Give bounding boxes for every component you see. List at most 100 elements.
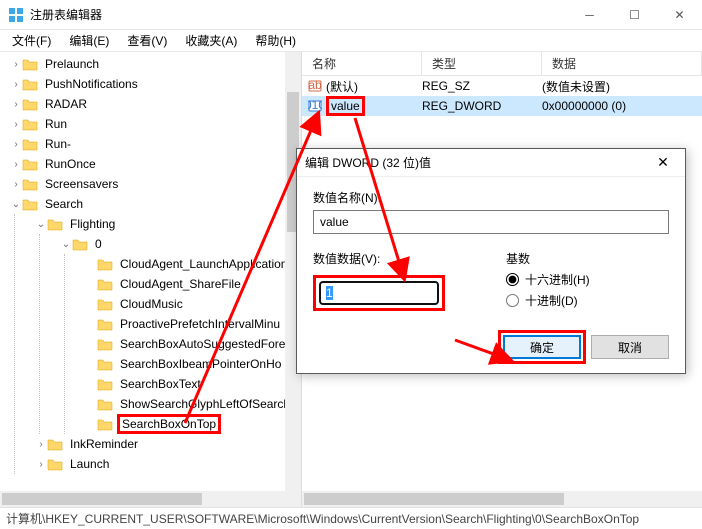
radix-dec-radio[interactable]	[506, 294, 519, 307]
base-label: 基数	[506, 250, 669, 267]
chevron-down-icon[interactable]: ⌄	[10, 199, 22, 210]
tree-label[interactable]: RunOnce	[42, 156, 99, 172]
value-data-input[interactable]	[319, 281, 439, 305]
chevron-right-icon[interactable]: ›	[10, 99, 22, 110]
tree-label[interactable]: CloudAgent_ShareFile	[117, 276, 244, 292]
list-header: 名称 类型 数据	[302, 52, 702, 76]
tree-pane[interactable]: › Prelaunch › PushNotifications › RADAR › Run › R…	[0, 52, 302, 507]
dialog-title: 编辑 DWORD (32 位)值	[305, 154, 649, 171]
tree-node[interactable]: › Run-	[8, 134, 301, 154]
statusbar: 计算机\HKEY_CURRENT_USER\SOFTWARE\Microsoft…	[0, 507, 702, 529]
chevron-down-icon[interactable]: ⌄	[35, 219, 47, 230]
value-type: REG_DWORD	[422, 99, 542, 113]
tree-node[interactable]: › Launch	[33, 454, 301, 474]
tree-label[interactable]: Launch	[67, 456, 112, 472]
col-data[interactable]: 数据	[542, 52, 702, 75]
tree-label[interactable]: RADAR	[42, 96, 90, 112]
menubar: 文件(F) 编辑(E) 查看(V) 收藏夹(A) 帮助(H)	[0, 30, 702, 52]
radix-group: 十六进制(H) 十进制(D)	[506, 271, 669, 309]
tree-node[interactable]: SearchBoxAutoSuggestedFore	[83, 334, 301, 354]
radix-hex-radio[interactable]	[506, 273, 519, 286]
col-name[interactable]: 名称	[302, 52, 422, 75]
tree-label[interactable]: InkReminder	[67, 436, 141, 452]
tree-label[interactable]: SearchBoxText	[117, 376, 204, 392]
dialog-close-button[interactable]: ✕	[649, 154, 677, 171]
tree-label[interactable]: PushNotifications	[42, 76, 141, 92]
chevron-right-icon[interactable]: ›	[10, 139, 22, 150]
value-name-input[interactable]	[313, 210, 669, 234]
tree-node[interactable]: CloudAgent_LaunchApplication	[83, 254, 301, 274]
value-data-highlight	[313, 275, 445, 311]
chevron-right-icon[interactable]: ›	[10, 159, 22, 170]
value-type: REG_SZ	[422, 79, 542, 93]
tree-node[interactable]: › PushNotifications	[8, 74, 301, 94]
tree-node[interactable]: › Prelaunch	[8, 54, 301, 74]
regedit-appicon	[8, 7, 24, 23]
tree-label[interactable]: Search	[42, 196, 86, 212]
tree-label[interactable]: ProactivePrefetchIntervalMinu	[117, 316, 283, 332]
tree-node[interactable]: ⌄ Flighting	[33, 214, 301, 234]
chevron-down-icon[interactable]: ⌄	[60, 239, 72, 250]
tree-label[interactable]: 0	[92, 236, 105, 252]
tree-node[interactable]: › InkReminder	[33, 434, 301, 454]
tree-label[interactable]: SearchBoxAutoSuggestedFore	[117, 336, 288, 352]
tree-node[interactable]: › Run	[8, 114, 301, 134]
radix-dec[interactable]: 十进制(D)	[506, 292, 669, 309]
tree-node[interactable]: › RADAR	[8, 94, 301, 114]
tree-node[interactable]: ShowSearchGlyphLeftOfSearch	[83, 394, 301, 414]
tree-node[interactable]: ⌄ Search	[8, 194, 301, 214]
tree-label[interactable]: Screensavers	[42, 176, 121, 192]
tree-label[interactable]: SearchBoxIbeamPointerOnHo	[117, 356, 284, 372]
tree-label[interactable]: ShowSearchGlyphLeftOfSearch	[117, 396, 293, 412]
titlebar: 注册表编辑器 ─ ☐ ✕	[0, 0, 702, 30]
window-title: 注册表编辑器	[30, 6, 567, 23]
tree-node[interactable]: ProactivePrefetchIntervalMinu	[83, 314, 301, 334]
value-row[interactable]: ab (默认) REG_SZ(数值未设置)	[302, 76, 702, 96]
radix-hex[interactable]: 十六进制(H)	[506, 271, 669, 288]
cancel-button[interactable]: 取消	[591, 335, 669, 359]
svg-text:ab: ab	[308, 79, 322, 92]
value-row[interactable]: 010valueREG_DWORD0x00000000 (0)	[302, 96, 702, 116]
list-scrollbar-horizontal[interactable]	[302, 491, 702, 507]
tree-label[interactable]: Flighting	[67, 216, 118, 232]
tree-label[interactable]: Prelaunch	[42, 56, 102, 72]
value-name: value	[326, 96, 365, 116]
tree-node[interactable]: CloudAgent_ShareFile	[83, 274, 301, 294]
tree-node[interactable]: SearchBoxText	[83, 374, 301, 394]
value-data-label: 数值数据(V):	[313, 250, 476, 267]
menu-help[interactable]: 帮助(H)	[247, 30, 304, 51]
menu-file[interactable]: 文件(F)	[4, 30, 59, 51]
tree-label[interactable]: CloudMusic	[117, 296, 186, 312]
chevron-right-icon[interactable]: ›	[10, 59, 22, 70]
ok-button[interactable]: 确定	[503, 335, 581, 359]
menu-edit[interactable]: 编辑(E)	[61, 30, 117, 51]
chevron-right-icon[interactable]: ›	[10, 119, 22, 130]
edit-dword-dialog: 编辑 DWORD (32 位)值 ✕ 数值名称(N): 数值数据(V): 基数 …	[296, 148, 686, 374]
tree-label[interactable]: Run	[42, 116, 70, 132]
tree-label[interactable]: SearchBoxOnTop	[117, 414, 221, 434]
chevron-right-icon[interactable]: ›	[35, 459, 47, 470]
tree-node[interactable]: › Screensavers	[8, 174, 301, 194]
value-name: (默认)	[326, 78, 358, 95]
col-type[interactable]: 类型	[422, 52, 542, 75]
chevron-right-icon[interactable]: ›	[10, 79, 22, 90]
tree-node[interactable]: SearchBoxIbeamPointerOnHo	[83, 354, 301, 374]
tree-label[interactable]: CloudAgent_LaunchApplication	[117, 256, 290, 272]
minimize-button[interactable]: ─	[567, 0, 612, 29]
tree-scrollbar-horizontal[interactable]	[0, 491, 301, 507]
statusbar-path: 计算机\HKEY_CURRENT_USER\SOFTWARE\Microsoft…	[6, 510, 639, 527]
tree-node[interactable]: › RunOnce	[8, 154, 301, 174]
chevron-right-icon[interactable]: ›	[10, 179, 22, 190]
menu-view[interactable]: 查看(V)	[119, 30, 175, 51]
value-data: (数值未设置)	[542, 78, 702, 95]
close-button[interactable]: ✕	[657, 0, 702, 29]
tree-node[interactable]: ⌄0	[58, 234, 301, 254]
menu-favorites[interactable]: 收藏夹(A)	[177, 30, 245, 51]
tree-node[interactable]: CloudMusic	[83, 294, 301, 314]
dialog-titlebar[interactable]: 编辑 DWORD (32 位)值 ✕	[297, 149, 685, 177]
tree-label[interactable]: Run-	[42, 136, 74, 152]
chevron-right-icon[interactable]: ›	[35, 439, 47, 450]
svg-text:010: 010	[308, 99, 322, 112]
tree-node[interactable]: SearchBoxOnTop	[83, 414, 301, 434]
maximize-button[interactable]: ☐	[612, 0, 657, 29]
